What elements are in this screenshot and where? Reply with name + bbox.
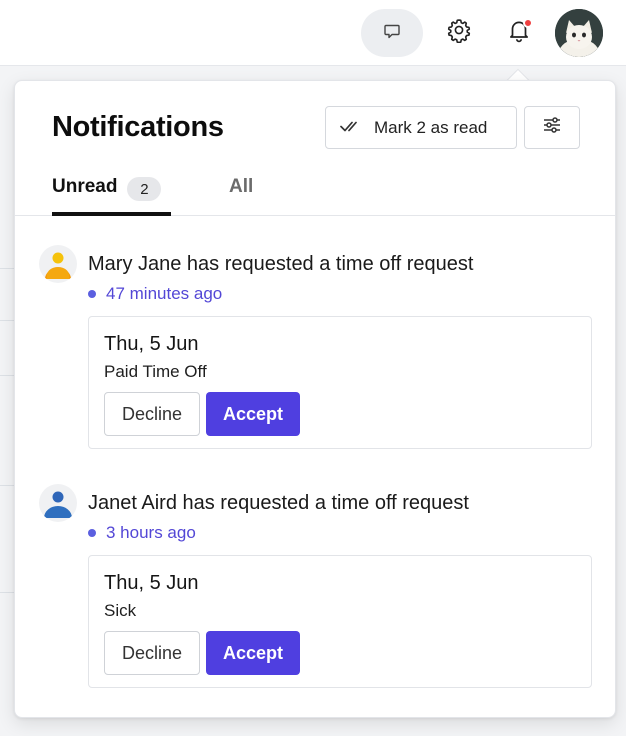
unread-indicator-dot <box>523 18 533 28</box>
chat-bubble-icon <box>383 22 401 45</box>
requester-avatar <box>39 245 77 283</box>
background-divider <box>0 375 14 376</box>
notification-tabs: Unread 2 All <box>15 176 615 216</box>
request-date: Thu, 5 Jun <box>104 572 199 594</box>
time-off-request-card: Thu, 5 Jun Sick Decline Accept <box>88 555 592 688</box>
unread-count-badge: 2 <box>127 177 162 201</box>
mark-as-read-label: Mark 2 as read <box>374 117 488 137</box>
accept-button[interactable]: Accept <box>206 631 300 675</box>
notification-message: Janet Aird has requested a time off requ… <box>88 492 469 514</box>
notifications-button[interactable] <box>500 13 538 51</box>
tab-all[interactable]: All <box>229 176 253 198</box>
unread-dot <box>88 529 96 537</box>
decline-button[interactable]: Decline <box>104 392 200 436</box>
notification-time-label: 47 minutes ago <box>106 284 223 303</box>
filter-settings-button[interactable] <box>524 106 580 149</box>
mark-as-read-button[interactable]: Mark 2 as read <box>325 106 517 149</box>
chat-button[interactable] <box>361 9 423 57</box>
settings-button[interactable] <box>440 13 478 51</box>
avatar[interactable] <box>555 9 603 57</box>
notification-time: 3 hours ago <box>88 523 196 543</box>
unread-dot <box>88 290 96 298</box>
notification-time: 47 minutes ago <box>88 284 222 304</box>
background-divider <box>0 485 14 486</box>
leave-type: Sick <box>104 601 137 620</box>
decline-button[interactable]: Decline <box>104 631 200 675</box>
request-date: Thu, 5 Jun <box>104 333 199 355</box>
double-check-icon <box>340 118 374 138</box>
notification-time-label: 3 hours ago <box>106 523 196 542</box>
time-off-request-card: Thu, 5 Jun Paid Time Off Decline Accept <box>88 316 592 449</box>
page: Notifications Mark 2 as read Unread 2 Al… <box>0 0 626 736</box>
notification-message: Mary Jane has requested a time off reque… <box>88 253 474 275</box>
sliders-icon <box>542 117 562 138</box>
top-bar <box>0 0 626 66</box>
background-divider <box>0 592 14 593</box>
accept-button[interactable]: Accept <box>206 392 300 436</box>
tab-unread-label: Unread <box>52 176 118 197</box>
leave-type: Paid Time Off <box>104 362 207 381</box>
notifications-popover: Notifications Mark 2 as read Unread 2 Al… <box>14 80 616 718</box>
background-divider <box>0 268 14 269</box>
requester-avatar <box>39 484 77 522</box>
background-divider <box>0 320 14 321</box>
gear-icon <box>446 17 472 48</box>
tab-unread[interactable]: Unread 2 <box>52 176 171 216</box>
popover-title: Notifications <box>52 111 224 143</box>
